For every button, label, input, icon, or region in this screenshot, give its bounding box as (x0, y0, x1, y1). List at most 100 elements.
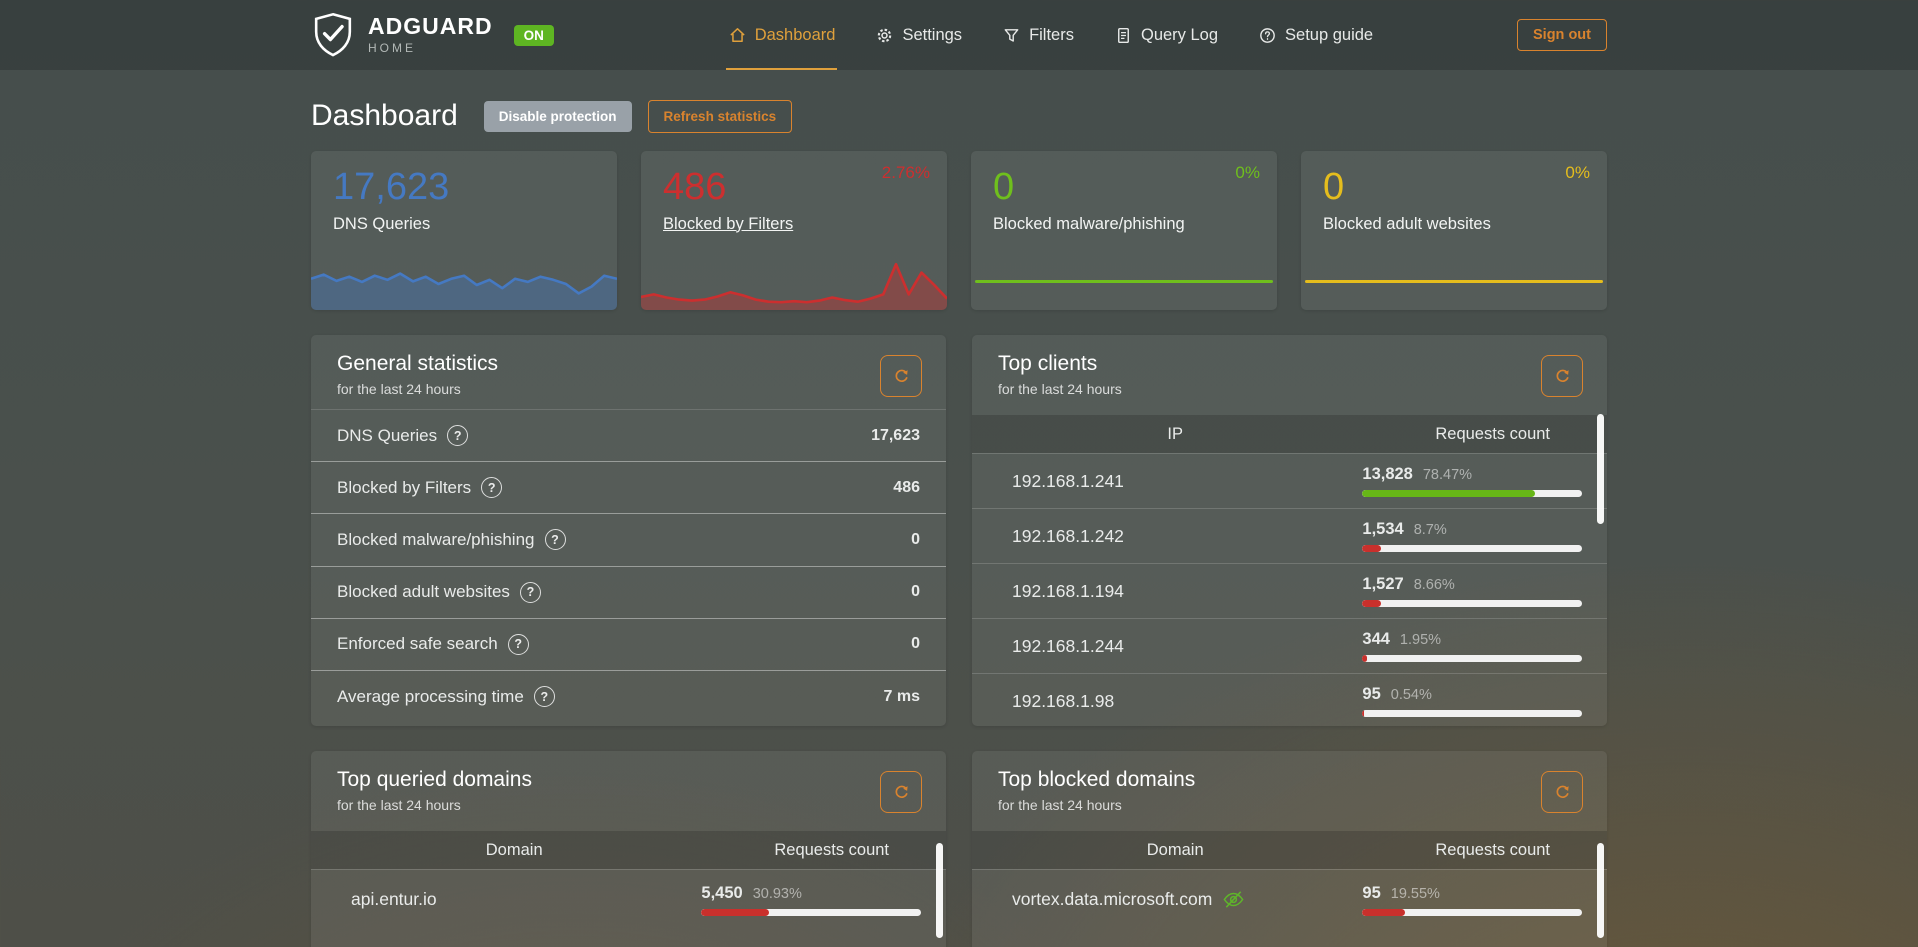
card-label: Blocked malware/phishing (993, 215, 1255, 234)
panel-scrollbar[interactable] (1597, 843, 1604, 938)
nav-item-setup-guide[interactable]: Setup guide (1258, 0, 1373, 70)
client-ip[interactable]: 192.168.1.241 (972, 471, 1362, 492)
blocked-adult-count: 0 (1323, 166, 1585, 209)
brand-subtitle: HOME (368, 41, 493, 55)
help-icon[interactable] (447, 425, 468, 446)
client-ip[interactable]: 192.168.1.194 (972, 581, 1362, 602)
panel-scrollbar[interactable] (936, 843, 943, 938)
table-header: IP Requests count (972, 415, 1607, 453)
column-header-domain: Domain (972, 841, 1378, 860)
refresh-icon (1554, 784, 1571, 801)
top-queried-domains-panel: Top queried domains for the last 24 hour… (311, 751, 946, 947)
stat-value: 0 (911, 635, 920, 653)
nav-label: Dashboard (755, 26, 836, 45)
client-row: 192.168.1.244 3441.95% (972, 618, 1607, 673)
help-icon (1258, 26, 1277, 45)
blocked-malware-card: 0% 0 Blocked malware/phishing (971, 151, 1277, 310)
request-percent: 19.55% (1391, 886, 1440, 902)
request-count: 1,527 (1362, 575, 1403, 594)
blocked-by-filters-link[interactable]: Blocked by Filters (663, 215, 793, 233)
brand-name: ADGUARD (368, 15, 493, 38)
nav-item-filters[interactable]: Filters (1002, 0, 1074, 70)
client-ip[interactable]: 192.168.1.244 (972, 636, 1362, 657)
stat-rows: DNS Queries 17,623 Blocked by Filters 48… (311, 409, 946, 722)
card-label: DNS Queries (333, 215, 595, 234)
progress-bar (1362, 490, 1582, 497)
refresh-panel-button[interactable] (1541, 355, 1583, 397)
client-row: 192.168.1.98 95 0.54% (972, 673, 1607, 726)
nav-item-settings[interactable]: Settings (875, 0, 962, 70)
trend-percent: 0% (1565, 163, 1590, 183)
disable-protection-button[interactable]: Disable protection (484, 101, 632, 132)
nav-item-dashboard[interactable]: Dashboard (728, 0, 836, 70)
progress-fill (1362, 710, 1363, 717)
refresh-panel-button[interactable] (1541, 771, 1583, 813)
stat-label: Average processing time (337, 687, 524, 707)
request-count: 1,534 (1362, 520, 1403, 539)
help-icon[interactable] (534, 686, 555, 707)
refresh-panel-button[interactable] (880, 355, 922, 397)
blocked-by-filters-card: 2.76% 486 Blocked by Filters (641, 151, 947, 310)
client-row: 192.168.1.194 1,527 8.66% (972, 563, 1607, 618)
stat-row: Enforced safe search 0 (311, 618, 946, 670)
stat-row: Blocked adult websites 0 (311, 566, 946, 618)
panel-title: Top blocked domains (998, 768, 1581, 792)
help-icon[interactable] (481, 477, 502, 498)
request-count: 5,450 (701, 884, 742, 903)
domain-row: api.entur.io 5,450 30.93% (311, 869, 946, 929)
help-icon[interactable] (508, 634, 529, 655)
stat-value: 0 (911, 531, 920, 549)
refresh-panel-button[interactable] (880, 771, 922, 813)
stat-row: DNS Queries 17,623 (311, 409, 946, 461)
stat-cards: 17,623 DNS Queries 2.76% 486 Blocked by … (311, 151, 1607, 310)
domain-row: vortex.data.microsoft.com 9519.55% (972, 869, 1607, 929)
request-count: 95 (1362, 685, 1380, 704)
dns-queries-card: 17,623 DNS Queries (311, 151, 617, 310)
request-percent: 8.66% (1414, 577, 1455, 593)
sign-out-button[interactable]: Sign out (1517, 19, 1607, 51)
panel-scrollbar[interactable] (1597, 414, 1604, 524)
stat-row: Blocked malware/phishing 0 (311, 513, 946, 565)
domain-name[interactable]: api.entur.io (311, 889, 701, 910)
request-percent: 0.54% (1391, 687, 1432, 703)
top-blocked-domains-panel: Top blocked domains for the last 24 hour… (972, 751, 1607, 947)
help-icon[interactable] (520, 582, 541, 603)
client-ip[interactable]: 192.168.1.98 (972, 691, 1362, 712)
flat-trend-line (975, 280, 1273, 283)
eye-slash-icon[interactable] (1222, 888, 1245, 911)
nav-item-query-log[interactable]: Query Log (1114, 0, 1218, 70)
request-percent: 30.93% (753, 886, 802, 902)
column-header-requests: Requests count (1378, 841, 1607, 860)
refresh-icon (893, 784, 910, 801)
refresh-statistics-button[interactable]: Refresh statistics (648, 100, 793, 133)
panel-title: Top queried domains (337, 768, 920, 792)
panel-subtitle: for the last 24 hours (998, 381, 1581, 397)
trend-percent: 2.76% (882, 163, 930, 183)
blocked-malware-count: 0 (993, 166, 1255, 209)
progress-fill (1362, 490, 1534, 497)
flat-trend-line (1305, 280, 1603, 283)
column-header-ip: IP (972, 425, 1378, 444)
refresh-icon (893, 368, 910, 385)
column-header-requests: Requests count (717, 841, 946, 860)
progress-fill (701, 909, 769, 916)
stat-label: Blocked by Filters (337, 478, 471, 498)
progress-fill (1362, 909, 1405, 916)
progress-bar (701, 909, 921, 916)
page-header: Dashboard Disable protection Refresh sta… (311, 99, 1607, 133)
request-percent: 78.47% (1423, 467, 1472, 483)
help-icon[interactable] (545, 529, 566, 550)
panels-row-2: Top queried domains for the last 24 hour… (311, 751, 1607, 947)
stat-value: 0 (911, 583, 920, 601)
request-percent: 1.95% (1400, 632, 1441, 648)
nav-label: Settings (902, 26, 962, 45)
request-percent: 8.7% (1414, 522, 1447, 538)
panel-title: Top clients (998, 352, 1581, 376)
panel-title: General statistics (337, 352, 920, 376)
progress-bar (1362, 545, 1582, 552)
adguard-logo[interactable]: ADGUARD HOME ON (311, 0, 554, 70)
domain-name[interactable]: vortex.data.microsoft.com (1012, 889, 1212, 910)
panel-subtitle: for the last 24 hours (337, 381, 920, 397)
client-row: 192.168.1.242 1,534 8.7% (972, 508, 1607, 563)
client-ip[interactable]: 192.168.1.242 (972, 526, 1362, 547)
